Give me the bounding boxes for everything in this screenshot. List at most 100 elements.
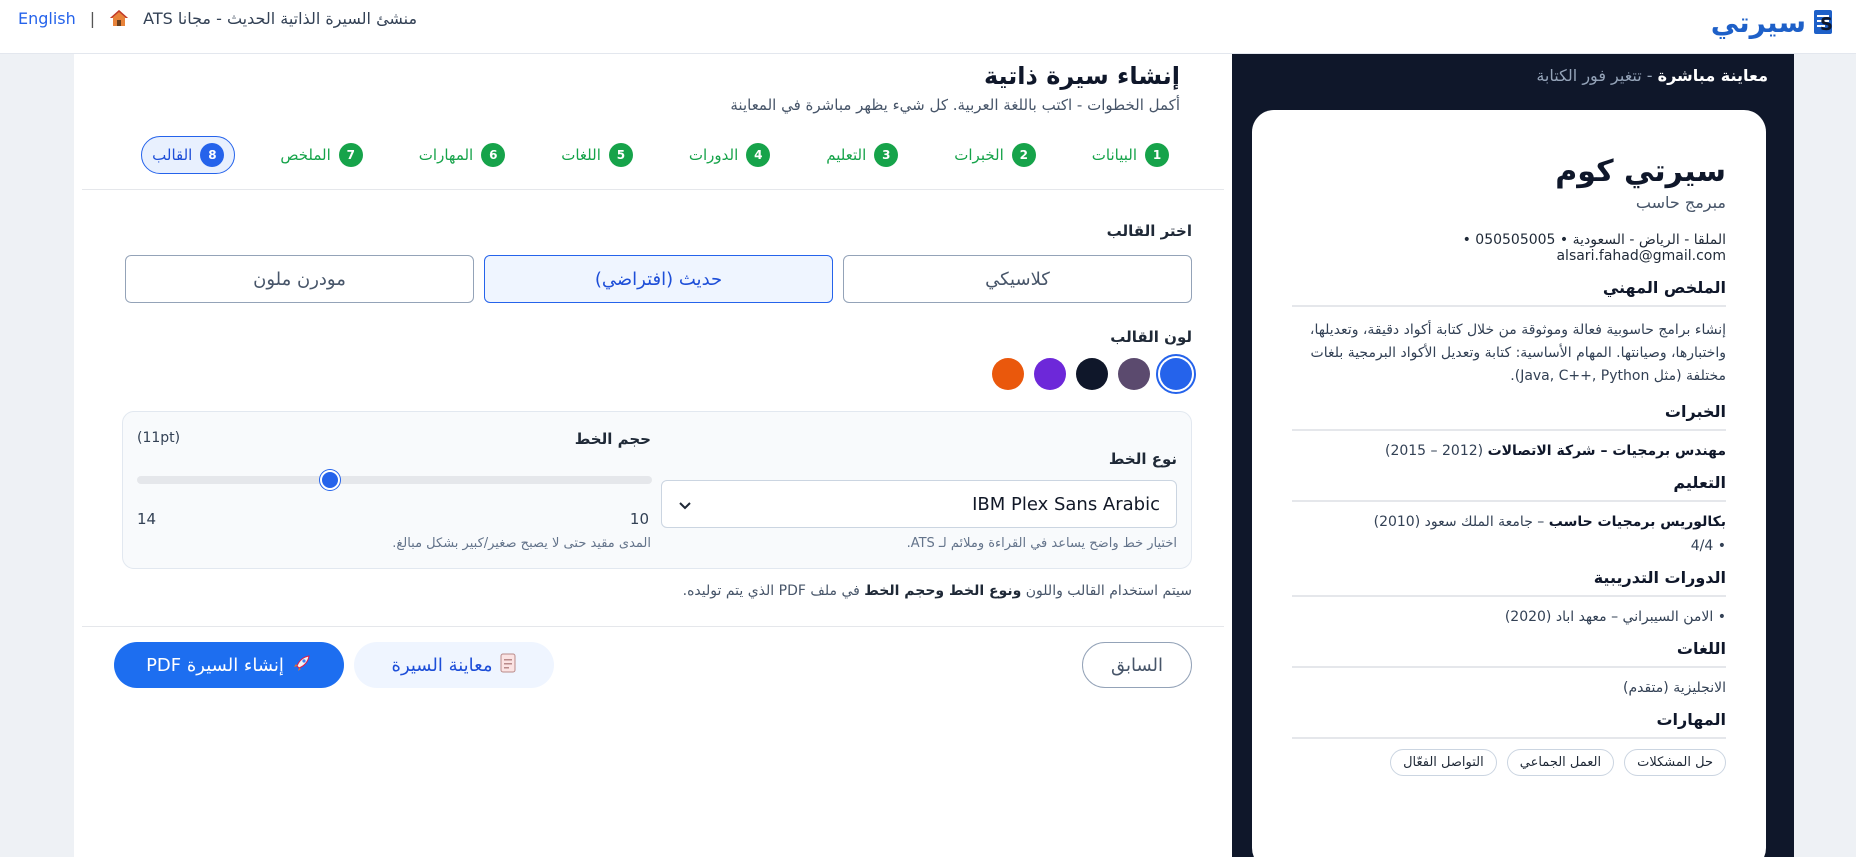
font-settings-box: نوع الخط IBM Plex Sans Arabic اختيار خط … xyxy=(122,411,1192,569)
experience-role: مهندس برمجيات – شركة الاتصالات xyxy=(1487,443,1726,459)
preview-live-label: معاينة مباشرة xyxy=(1657,66,1768,85)
font-type-value: IBM Plex Sans Arabic xyxy=(972,493,1160,515)
note-pre: سيتم استخدام القالب واللون xyxy=(1021,583,1192,599)
step-number: 1 xyxy=(1145,143,1169,167)
template-modern-color-button[interactable]: مودرن ملون xyxy=(125,255,474,303)
resume-role: مبرمج حاسب xyxy=(1635,193,1726,212)
step-label: الدورات xyxy=(688,146,739,164)
step-4-courses[interactable]: 4 الدورات xyxy=(678,136,781,174)
skill-chip: العمل الجماعي xyxy=(1506,749,1615,776)
site-title: ATS منشئ السيرة الذاتية الحديث - مجانا xyxy=(143,8,418,28)
step-label: الخبرات xyxy=(954,146,1004,164)
template-label: اختر القالب xyxy=(1106,222,1192,240)
font-type-help: اختيار خط واضح يساعد في القراءة وملائم ل… xyxy=(906,536,1177,551)
template-classic-button[interactable]: كلاسيكي xyxy=(843,255,1192,303)
font-type-label: نوع الخط xyxy=(1108,450,1177,468)
step-7-summary[interactable]: 7 الملخص xyxy=(269,136,373,174)
section-heading: الخبرات xyxy=(1292,402,1726,431)
color-swatch-purple[interactable] xyxy=(1034,358,1066,390)
resume-contact: الملقا - الرياض - السعودية • 050505005 •… xyxy=(1462,232,1726,264)
rocket-icon xyxy=(292,653,312,678)
step-label: الملخص xyxy=(280,146,331,164)
skill-chip: التواصل الفعّال xyxy=(1390,749,1497,776)
top-bar: S سيرتي English | ATS منشئ السيرة الذاتي… xyxy=(0,0,1856,54)
step-number: 8 xyxy=(200,143,225,167)
language-toggle-link[interactable]: English xyxy=(18,9,76,28)
section-heading: الدورات التدريبية xyxy=(1292,568,1726,597)
form-panel: إنشاء سيرة ذاتية أكمل الخطوات - اكتب بال… xyxy=(74,54,1232,857)
note-bold: ونوع الخط وحجم الخط xyxy=(864,583,1022,599)
brand-name: سيرتي xyxy=(1710,6,1806,39)
education-degree: بكالوريس برمجيات حاسب xyxy=(1548,514,1726,530)
top-left-nav: English | ATS منشئ السيرة الذاتية الحديث… xyxy=(18,8,417,28)
step-8-template[interactable]: 8 القالب xyxy=(141,136,236,174)
step-number: 2 xyxy=(1011,143,1036,167)
resume-summary-section: الملخص المهني إنشاء برامج حاسوبية فعالة … xyxy=(1292,278,1726,388)
step-number: 5 xyxy=(608,143,633,167)
resume-preview: سيرتي كوم مبرمج حاسب الملقا - الرياض - ا… xyxy=(1252,110,1766,857)
font-size-max: 14 xyxy=(137,510,157,528)
skill-chip: حل المشكلات xyxy=(1624,749,1726,776)
font-type-select[interactable]: IBM Plex Sans Arabic xyxy=(661,480,1177,528)
step-2-experience[interactable]: 2 الخبرات xyxy=(943,136,1047,174)
color-swatch-navy[interactable] xyxy=(1076,358,1108,390)
color-swatch-blue[interactable] xyxy=(1156,354,1196,394)
color-swatches xyxy=(992,354,1196,394)
step-label: القالب xyxy=(152,146,193,164)
language-item: الانجليزية (متقدم) xyxy=(1623,680,1726,696)
previous-button[interactable]: السابق xyxy=(1082,642,1192,688)
resume-languages-section: اللغات الانجليزية (متقدم) xyxy=(1292,639,1726,696)
step-5-languages[interactable]: 5 اللغات xyxy=(550,136,644,174)
step-label: اللغات xyxy=(561,146,601,164)
preview-hint: - تتغير فور الكتابة xyxy=(1536,66,1658,85)
create-pdf-button[interactable]: إنشاء السيرة PDF xyxy=(114,642,344,688)
resume-experience-section: الخبرات مهندس برمجيات – شركة الاتصالات (… xyxy=(1292,402,1726,459)
color-swatch-mauve[interactable] xyxy=(1118,358,1150,390)
page-title: إنشاء سيرة ذاتية xyxy=(983,62,1180,90)
font-size-label: حجم الخط xyxy=(574,430,651,448)
slider-thumb[interactable] xyxy=(320,470,341,490)
note-post: في ملف PDF الذي يتم توليده. xyxy=(682,583,865,599)
stepper: 1 البيانات 2 الخبرات 3 التعليم 4 الدورات 5 ال… xyxy=(107,136,1180,174)
color-swatch-orange[interactable] xyxy=(992,358,1024,390)
chevron-down-icon xyxy=(678,497,692,511)
color-label: لون القالب xyxy=(1110,328,1192,346)
education-gpa: • 4/4 xyxy=(1690,538,1726,554)
font-size-min: 10 xyxy=(629,510,649,528)
experience-item: مهندس برمجيات – شركة الاتصالات (2012 – 2… xyxy=(1292,443,1726,459)
step-1-data[interactable]: 1 البيانات xyxy=(1081,136,1180,174)
create-pdf-label: إنشاء السيرة PDF xyxy=(146,654,284,676)
divider xyxy=(82,626,1224,627)
step-label: التعليم xyxy=(826,146,867,164)
resume-education-section: التعليم بكالوريس برمجيات حاسب – جامعة ال… xyxy=(1292,473,1726,554)
step-number: 7 xyxy=(338,143,363,167)
brand-badge: S xyxy=(1820,14,1833,35)
step-number: 4 xyxy=(746,143,771,167)
home-icon[interactable] xyxy=(109,8,129,28)
summary-text: إنشاء برامج حاسوبية فعالة وموثوقة من خلا… xyxy=(1309,322,1726,384)
template-modern-button[interactable]: حديث (افتراضي) xyxy=(484,255,833,303)
resume-courses-section: الدورات التدريبية • الامن السيبراني – مع… xyxy=(1292,568,1726,625)
course-item: • الامن السيبراني – معهد اباد (2020) xyxy=(1504,609,1726,625)
preview-button[interactable]: معاينة السيرة xyxy=(354,642,554,688)
pdf-note: سيتم استخدام القالب واللون ونوع الخط وحج… xyxy=(683,583,1192,599)
divider xyxy=(82,189,1224,190)
font-size-value: (11pt) xyxy=(137,430,181,446)
step-6-skills[interactable]: 6 المهارات xyxy=(408,136,516,174)
preview-header: معاينة مباشرة - تتغير فور الكتابة xyxy=(1536,66,1768,85)
education-place: – جامعة الملك سعود (2010) xyxy=(1373,514,1545,530)
skills-chips: حل المشكلات العمل الجماعي التواصل الفعّا… xyxy=(1292,749,1726,776)
step-number: 3 xyxy=(874,143,899,167)
brand[interactable]: S سيرتي xyxy=(1711,6,1848,40)
section-heading: اللغات xyxy=(1292,639,1726,668)
font-size-slider[interactable] xyxy=(137,470,652,490)
education-item: بكالوريس برمجيات حاسب – جامعة الملك سعود… xyxy=(1292,514,1726,530)
section-heading: الملخص المهني xyxy=(1292,278,1726,307)
separator: | xyxy=(89,8,96,28)
step-3-education[interactable]: 3 التعليم xyxy=(815,136,909,174)
font-size-help: المدى مقيد حتى لا يصبح صغير/كبير بشكل مب… xyxy=(392,536,651,551)
resume-skills-section: المهارات حل المشكلات العمل الجماعي التوا… xyxy=(1292,710,1726,776)
preview-button-label: معاينة السيرة xyxy=(391,654,493,676)
document-icon xyxy=(500,653,516,678)
page-subtitle: أكمل الخطوات - اكتب باللغة العربية. كل ش… xyxy=(730,96,1180,114)
